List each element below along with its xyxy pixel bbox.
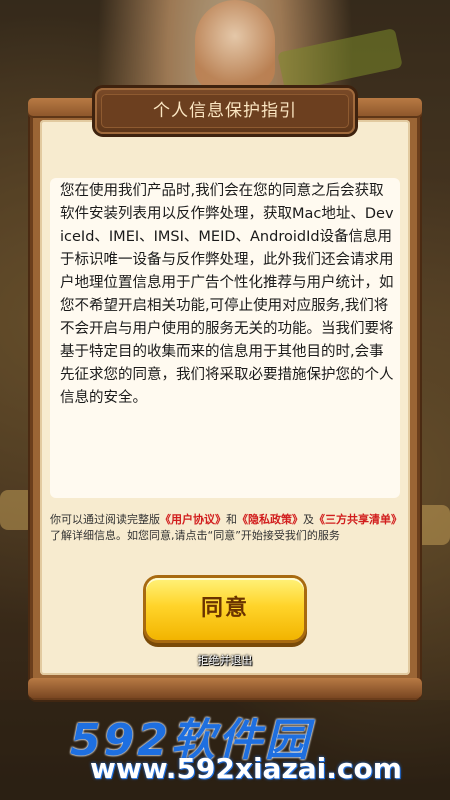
watermark-logo: 592软件园 [70, 715, 312, 766]
agree-button-label: 同意 [200, 596, 249, 621]
agree-button[interactable]: 同意 [146, 578, 304, 640]
user-agreement-link[interactable]: 《用户协议》 [160, 513, 226, 526]
footer-suffix: 了解详细信息。如您同意,请点击“同意”开始接受我们的服务 [50, 529, 340, 542]
third-party-list-link[interactable]: 《三方共享清单》 [314, 513, 402, 526]
privacy-body-text: 您在使用我们产品时,我们会在您的同意之后会获取软件安装列表用以反作弊处理，获取M… [60, 183, 394, 406]
privacy-footer-text: 你可以通过阅读完整版《用户协议》和《隐私政策》及《三方共享清单》了解详细信息。如… [50, 512, 405, 544]
footer-also: 及 [303, 513, 314, 526]
footer-and: 和 [226, 513, 237, 526]
watermark-url: www.592xiazai.com [90, 752, 402, 785]
background-character [195, 0, 275, 90]
refuse-and-exit-button[interactable]: 拒绝并退出 [185, 652, 265, 670]
dialog-title: 个人信息保护指引 [153, 101, 297, 121]
privacy-policy-link[interactable]: 《隐私政策》 [237, 513, 303, 526]
dialog-title-plate: 个人信息保护指引 [95, 88, 355, 134]
footer-prefix: 你可以通过阅读完整版 [50, 513, 160, 526]
dialog-frame-bottom-bar [28, 678, 422, 698]
